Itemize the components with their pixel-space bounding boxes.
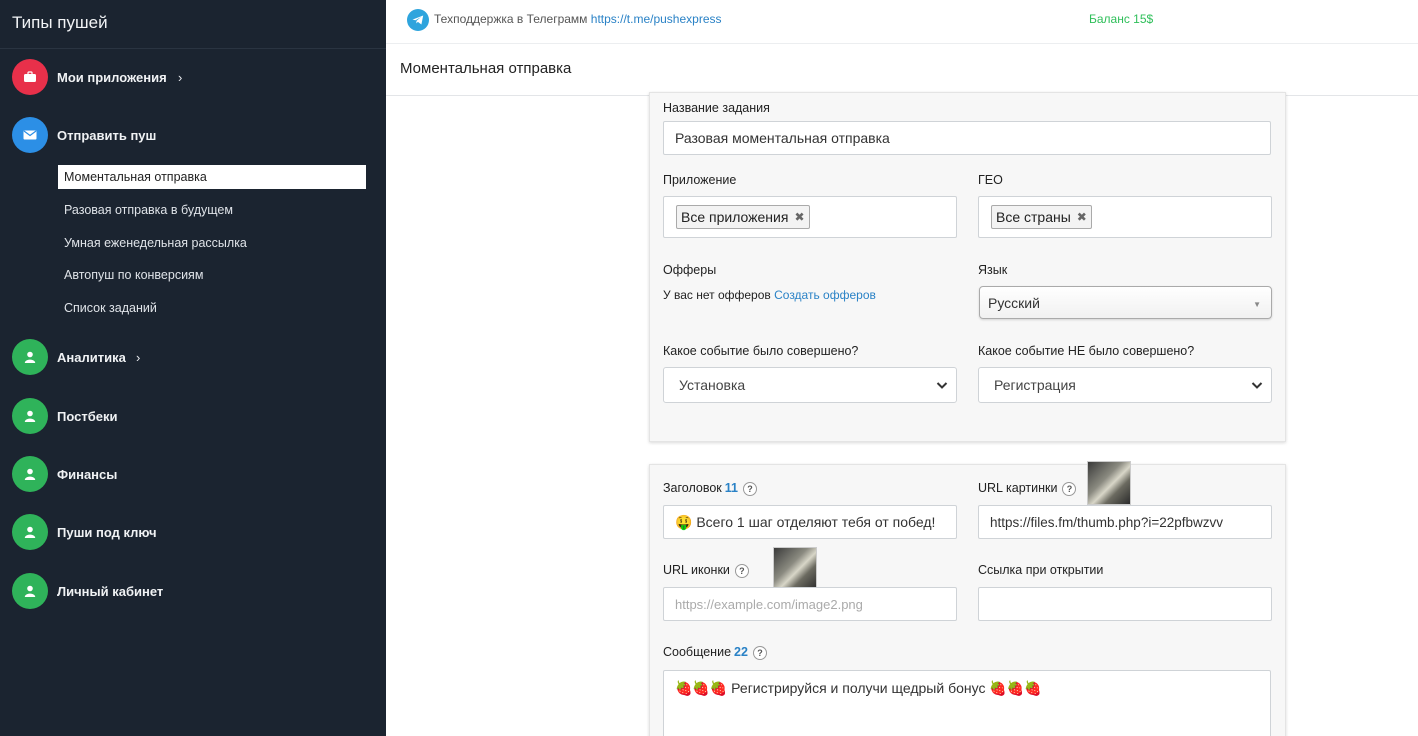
- task-settings-card: Название задания Разовая моментальная от…: [649, 92, 1286, 442]
- caret-down-icon: ▼: [1253, 300, 1261, 309]
- event-done-label: Какое событие было совершено?: [663, 344, 859, 358]
- user-icon: [12, 398, 48, 434]
- message-textarea[interactable]: 🍓🍓🍓 Регистрируйся и получи щедрый бонус …: [663, 670, 1271, 736]
- offers-label: Офферы: [663, 263, 717, 277]
- help-icon[interactable]: ?: [743, 481, 757, 496]
- push-content-card: Заголовок 11? 🤑 Всего 1 шаг отделяют тебя…: [649, 461, 1286, 736]
- sidebar-item-analytics[interactable]: Аналитика ›: [0, 337, 386, 377]
- chevron-down-icon: [1251, 382, 1263, 389]
- geo-multiselect[interactable]: Все страны ✖: [978, 196, 1272, 238]
- sidebar-item-finances[interactable]: Финансы: [0, 454, 386, 494]
- chevron-right-icon: ›: [136, 349, 141, 365]
- close-icon[interactable]: ✖: [1077, 210, 1087, 224]
- sidebar-subitem-scheduled-send[interactable]: Разовая отправка в будущем: [58, 198, 366, 222]
- sidebar-item-label: Аналитика: [57, 349, 126, 365]
- event-not-done-label: Какое событие НЕ было совершено?: [978, 344, 1195, 358]
- top-bar: Техподдержка в Телеграмм https://t.me/pu…: [386, 0, 1418, 44]
- help-icon[interactable]: ?: [734, 563, 749, 578]
- user-icon: [12, 339, 48, 375]
- open-link-label: Ссылка при открытии: [978, 563, 1104, 577]
- envelope-icon: [12, 117, 48, 153]
- image-preview-thumbnail: [1087, 461, 1131, 505]
- page-header: Моментальная отправка: [386, 44, 1418, 96]
- event-not-done-value: Регистрация: [994, 377, 1076, 393]
- telegram-icon: [407, 9, 429, 31]
- event-not-done-select[interactable]: Регистрация: [978, 367, 1272, 403]
- close-icon[interactable]: ✖: [794, 210, 804, 224]
- user-icon: [12, 514, 48, 550]
- offers-info: У вас нет офферов Создать офферов: [663, 288, 876, 302]
- task-name-label: Название задания: [663, 101, 770, 115]
- main-content: Название задания Разовая моментальная от…: [386, 92, 1418, 736]
- task-name-input[interactable]: Разовая моментальная отправка: [663, 121, 1271, 155]
- create-offers-link[interactable]: Создать офферов: [774, 288, 876, 302]
- geo-tag: Все страны ✖: [991, 205, 1092, 229]
- language-label: Язык: [978, 263, 1008, 277]
- geo-tag-label: Все страны: [996, 209, 1071, 225]
- chevron-down-icon: [936, 382, 948, 389]
- image-url-input[interactable]: https://files.fm/thumb.php?i=22pfbwzvv: [978, 505, 1272, 539]
- help-icon[interactable]: ?: [752, 645, 767, 660]
- sidebar-item-label: Мои приложения: [57, 69, 167, 85]
- icon-url-label-row: URL иконки?: [663, 563, 749, 578]
- sidebar-item-label: Постбеки: [57, 408, 118, 424]
- app-tag-label: Все приложения: [681, 209, 789, 225]
- icon-url-input[interactable]: https://example.com/image2.png: [663, 587, 957, 621]
- event-done-value: Установка: [679, 377, 746, 393]
- sidebar-subitem-task-list[interactable]: Список заданий: [58, 296, 366, 320]
- app-tag: Все приложения ✖: [676, 205, 810, 229]
- language-value: Русский: [988, 294, 1040, 311]
- event-done-select[interactable]: Установка: [663, 367, 957, 403]
- sidebar-item-label: Отправить пуш: [57, 127, 157, 143]
- open-link-input[interactable]: [978, 587, 1272, 621]
- icon-preview-thumbnail: [773, 547, 817, 591]
- message-label-row: Сообщение 22?: [663, 645, 767, 660]
- title-char-count: 11: [724, 481, 738, 495]
- sidebar-item-postbacks[interactable]: Постбеки: [0, 396, 386, 436]
- sidebar-item-send-push[interactable]: Отправить пуш: [0, 115, 386, 155]
- language-select[interactable]: Русский ▼: [979, 286, 1272, 319]
- offers-empty-text: У вас нет офферов: [663, 288, 771, 302]
- sidebar: Типы пушей Мои приложения › Отправить пу…: [0, 0, 386, 736]
- title-label-row: Заголовок 11?: [663, 481, 757, 496]
- user-icon: [12, 573, 48, 609]
- geo-label: ГЕО: [978, 173, 1003, 187]
- sidebar-item-my-apps[interactable]: Мои приложения ›: [0, 57, 386, 97]
- page-title: Моментальная отправка: [400, 60, 572, 77]
- user-icon: [12, 456, 48, 492]
- title-label: Заголовок: [663, 481, 722, 495]
- briefcase-icon: [12, 59, 48, 95]
- app-label: Приложение: [663, 173, 737, 187]
- chevron-right-icon: ›: [178, 69, 183, 85]
- sidebar-item-account[interactable]: Личный кабинет: [0, 571, 386, 611]
- sidebar-subitem-autopush[interactable]: Автопуш по конверсиям: [58, 263, 366, 287]
- sidebar-divider: [0, 48, 386, 49]
- app-multiselect[interactable]: Все приложения ✖: [663, 196, 957, 238]
- title-input[interactable]: 🤑 Всего 1 шаг отделяют тебя от побед!: [663, 505, 957, 539]
- image-url-label: URL картинки: [978, 481, 1058, 495]
- sidebar-item-label: Личный кабинет: [57, 583, 164, 599]
- sidebar-item-turnkey-push[interactable]: Пуши под ключ: [0, 512, 386, 552]
- image-url-label-row: URL картинки?: [978, 481, 1077, 496]
- support-info: Техподдержка в Телеграмм https://t.me/pu…: [434, 12, 722, 26]
- support-text: Техподдержка в Телеграмм: [434, 12, 588, 26]
- message-char-count: 22: [734, 645, 748, 659]
- sidebar-subitem-weekly-mailing[interactable]: Умная еженедельная рассылка: [58, 231, 366, 255]
- sidebar-item-label: Финансы: [57, 466, 118, 482]
- icon-url-label: URL иконки: [663, 563, 730, 577]
- support-link[interactable]: https://t.me/pushexpress: [591, 12, 722, 26]
- sidebar-title: Типы пушей: [12, 13, 108, 32]
- help-icon[interactable]: ?: [1062, 481, 1077, 496]
- sidebar-item-label: Пуши под ключ: [57, 524, 157, 540]
- message-label: Сообщение: [663, 645, 732, 659]
- sidebar-subitem-instant-send[interactable]: Моментальная отправка: [58, 165, 366, 189]
- balance-label: Баланс 15$: [1089, 12, 1154, 26]
